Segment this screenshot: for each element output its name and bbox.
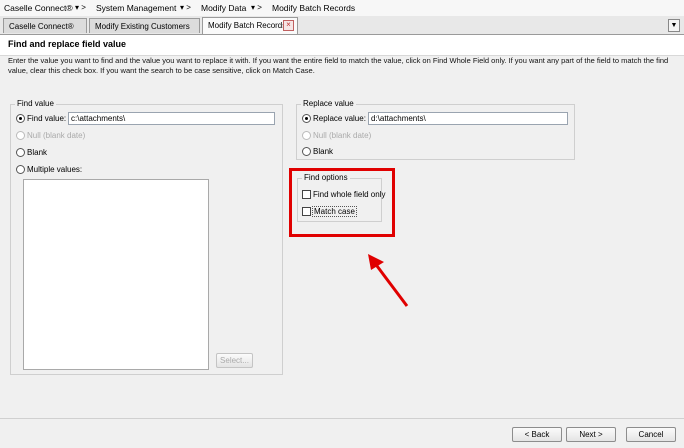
breadcrumb-item-system-management[interactable]: System Management: [96, 3, 176, 13]
next-button[interactable]: Next >: [566, 427, 616, 442]
breadcrumb: Caselle Connect® ▾ > System Management ▾…: [0, 0, 684, 16]
tab-label: Modify Batch Records: [208, 21, 287, 30]
find-value-radio[interactable]: [16, 114, 25, 123]
select-button: Select...: [216, 353, 253, 368]
find-value-input[interactable]: [68, 112, 275, 125]
find-multiple-label: Multiple values:: [27, 165, 83, 174]
breadcrumb-separator[interactable]: ▾ >: [180, 3, 191, 12]
tab-label: Caselle Connect®: [9, 22, 74, 31]
page-title: Find and replace field value: [8, 39, 127, 49]
breadcrumb-item-modify-data[interactable]: Modify Data: [201, 3, 246, 13]
cancel-button[interactable]: Cancel: [626, 427, 676, 442]
find-multiple-radio[interactable]: [16, 165, 25, 174]
back-button[interactable]: < Back: [512, 427, 562, 442]
tab-modify-batch-records[interactable]: Modify Batch Records ×: [202, 17, 298, 34]
footer-bar: < Back Next > Cancel: [0, 418, 684, 448]
find-blank-label: Blank: [27, 148, 48, 157]
breadcrumb-item-modify-batch-records: Modify Batch Records: [272, 3, 356, 13]
close-icon[interactable]: ×: [283, 20, 294, 31]
group-title: Find value: [15, 99, 56, 108]
replace-blank-label: Blank: [313, 147, 334, 156]
find-value-group: Find value Find value: Null (blank date)…: [10, 99, 283, 375]
breadcrumb-separator[interactable]: ▾ >: [251, 3, 262, 12]
annotation-arrow-icon: [368, 254, 409, 307]
tab-modify-existing-customers[interactable]: Modify Existing Customers: [89, 18, 200, 33]
replace-value-label: Replace value:: [313, 114, 366, 123]
highlight-box: [289, 168, 395, 237]
replace-value-input[interactable]: [368, 112, 568, 125]
replace-value-group: Replace value Replace value: Null (blank…: [296, 99, 575, 160]
breadcrumb-separator[interactable]: ▾ >: [75, 3, 86, 12]
find-null-label: Null (blank date): [27, 131, 86, 140]
replace-blank-radio[interactable]: [302, 147, 311, 156]
find-blank-radio[interactable]: [16, 148, 25, 157]
instructions-text: Enter the value you want to find and the…: [8, 56, 669, 75]
page-header: Find and replace field value: [0, 35, 684, 56]
breadcrumb-item-caselle-connect[interactable]: Caselle Connect®: [4, 3, 73, 13]
group-title: Replace value: [301, 99, 356, 108]
find-value-label: Find value:: [27, 114, 67, 123]
replace-value-radio[interactable]: [302, 114, 311, 123]
tab-caselle-connect[interactable]: Caselle Connect®: [3, 18, 87, 33]
find-null-radio: [16, 131, 25, 140]
tab-menu-chevron-down-icon[interactable]: ▼: [668, 19, 680, 32]
tab-strip: Caselle Connect® Modify Existing Custome…: [0, 16, 684, 35]
multiple-values-list[interactable]: [23, 179, 209, 370]
replace-null-radio: [302, 131, 311, 140]
replace-null-label: Null (blank date): [313, 131, 372, 140]
tab-label: Modify Existing Customers: [95, 22, 190, 31]
